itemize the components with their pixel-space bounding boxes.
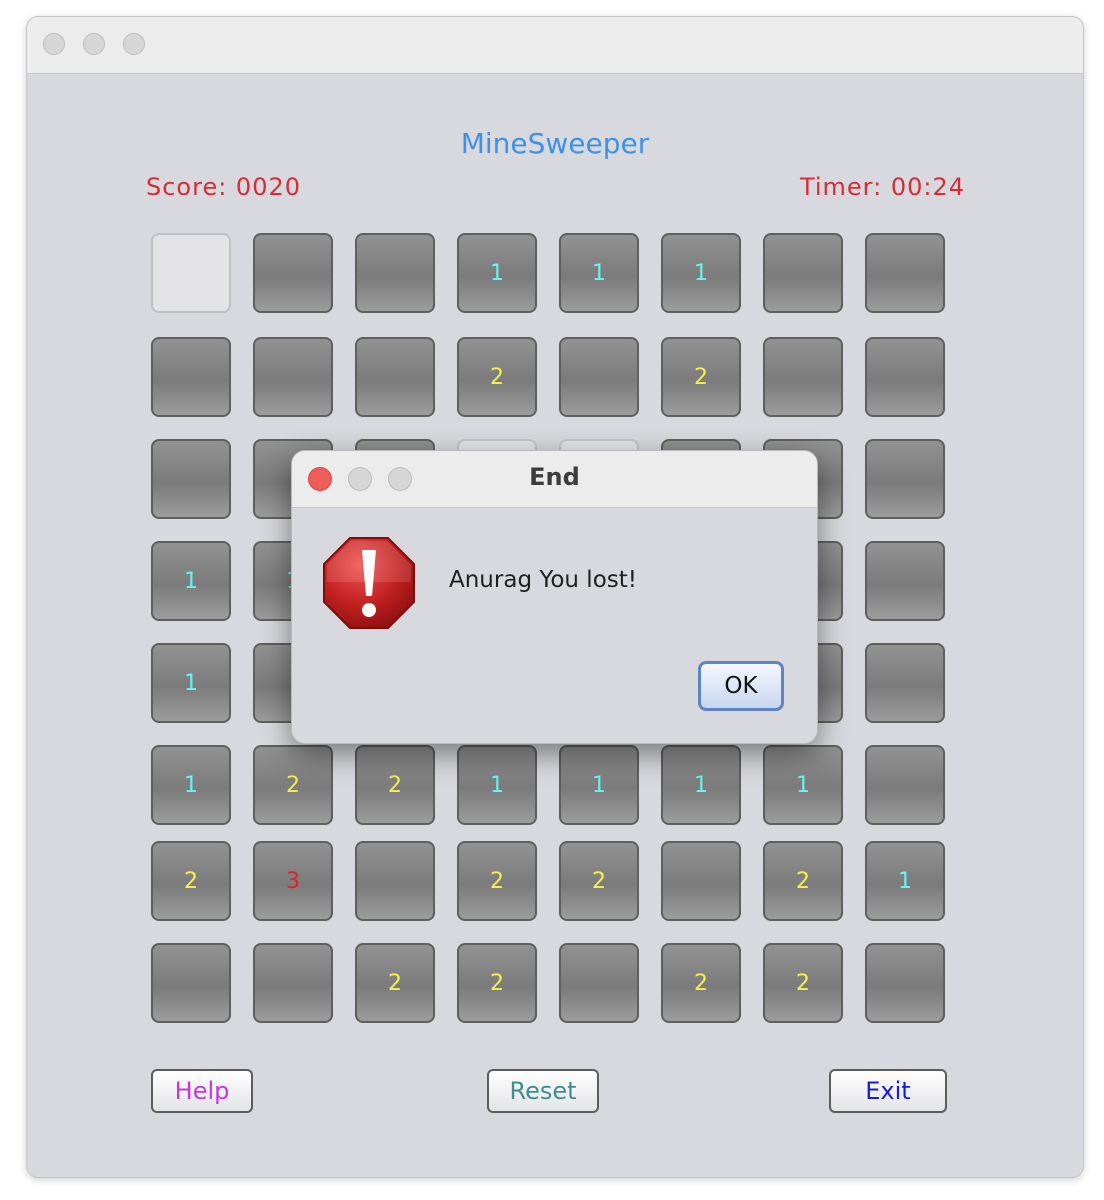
cell-number: 2 [694, 364, 708, 390]
board-cell[interactable]: 1 [763, 745, 843, 825]
window-close-button[interactable] [43, 33, 65, 55]
timer-display: Timer: 00:24 [799, 173, 965, 201]
exit-button-label: Exit [865, 1077, 911, 1105]
cell-number: 1 [694, 260, 708, 286]
cell-number: 1 [184, 568, 198, 594]
board-cell[interactable]: 2 [151, 841, 231, 921]
board-cell[interactable] [865, 943, 945, 1023]
cell-number: 2 [490, 868, 504, 894]
board-cell[interactable] [865, 643, 945, 723]
board-cell[interactable]: 2 [661, 943, 741, 1023]
board-cell[interactable] [253, 233, 333, 313]
window-minimize-button[interactable] [83, 33, 105, 55]
score-display: Score: 0020 [146, 173, 302, 201]
board-cell[interactable]: 2 [763, 943, 843, 1023]
dialog-message: Anurag You lost! [449, 567, 637, 593]
board-cell[interactable]: 1 [661, 745, 741, 825]
cell-number: 1 [184, 772, 198, 798]
ok-button[interactable]: OK [698, 661, 784, 711]
board-cell[interactable]: 1 [151, 541, 231, 621]
board-cell[interactable] [865, 337, 945, 417]
cell-number: 2 [388, 772, 402, 798]
dialog-title: End [529, 463, 580, 491]
cell-number: 1 [898, 868, 912, 894]
window-titlebar [27, 17, 1083, 74]
exit-button[interactable]: Exit [829, 1069, 947, 1113]
board-cell[interactable]: 2 [355, 943, 435, 1023]
cell-number: 1 [490, 772, 504, 798]
board-cell[interactable]: 1 [559, 233, 639, 313]
app-title: MineSweeper [460, 127, 650, 160]
cell-number: 1 [592, 260, 606, 286]
board-cell[interactable] [151, 439, 231, 519]
board-cell[interactable]: 1 [457, 233, 537, 313]
board-cell[interactable]: 1 [457, 745, 537, 825]
board-cell[interactable]: 1 [661, 233, 741, 313]
board-cell[interactable]: 2 [763, 841, 843, 921]
board-cell[interactable] [763, 233, 843, 313]
board-cell[interactable]: 2 [457, 841, 537, 921]
cell-number: 1 [796, 772, 810, 798]
board-cell[interactable] [253, 943, 333, 1023]
help-button[interactable]: Help [151, 1069, 253, 1113]
board-cell[interactable] [151, 943, 231, 1023]
board-cell[interactable] [559, 943, 639, 1023]
board-cell[interactable]: 3 [253, 841, 333, 921]
board-cell[interactable] [355, 841, 435, 921]
board-cell[interactable]: 1 [151, 643, 231, 723]
board-cell[interactable] [763, 337, 843, 417]
board-cell[interactable]: 1 [865, 841, 945, 921]
cell-number: 1 [184, 670, 198, 696]
board-cell[interactable] [559, 337, 639, 417]
cell-number: 2 [796, 868, 810, 894]
cell-number: 3 [286, 868, 300, 894]
reset-button-label: Reset [509, 1077, 577, 1105]
board-cell[interactable]: 2 [457, 337, 537, 417]
cell-number: 2 [796, 970, 810, 996]
cell-number: 2 [694, 970, 708, 996]
warning-stop-icon [323, 537, 415, 629]
reset-button[interactable]: Reset [487, 1069, 599, 1113]
dialog-titlebar: End [292, 451, 817, 508]
board-cell[interactable] [151, 337, 231, 417]
cell-number: 2 [388, 970, 402, 996]
cell-number: 1 [694, 772, 708, 798]
board-cell[interactable] [355, 233, 435, 313]
board-cell[interactable] [355, 337, 435, 417]
help-button-label: Help [174, 1077, 230, 1105]
board-cell[interactable] [661, 841, 741, 921]
cell-number: 1 [490, 260, 504, 286]
board-cell[interactable]: 2 [559, 841, 639, 921]
window-maximize-button[interactable] [123, 33, 145, 55]
ok-button-label: OK [724, 673, 758, 699]
board-cell[interactable]: 1 [151, 745, 231, 825]
board-cell[interactable]: 2 [253, 745, 333, 825]
cell-number: 2 [592, 868, 606, 894]
board-cell[interactable]: 2 [661, 337, 741, 417]
board-cell[interactable] [865, 439, 945, 519]
cell-number: 1 [592, 772, 606, 798]
cell-number: 2 [490, 970, 504, 996]
board-cell[interactable] [253, 337, 333, 417]
board-cell[interactable] [865, 541, 945, 621]
board-cell[interactable] [151, 233, 231, 313]
cell-number: 2 [184, 868, 198, 894]
board-cell[interactable]: 1 [559, 745, 639, 825]
board-cell[interactable] [865, 233, 945, 313]
board-cell[interactable] [865, 745, 945, 825]
cell-number: 2 [490, 364, 504, 390]
board-cell[interactable]: 2 [457, 943, 537, 1023]
end-dialog: End Anurag You lost! OK [291, 450, 818, 744]
board-cell[interactable]: 2 [355, 745, 435, 825]
cell-number: 2 [286, 772, 300, 798]
